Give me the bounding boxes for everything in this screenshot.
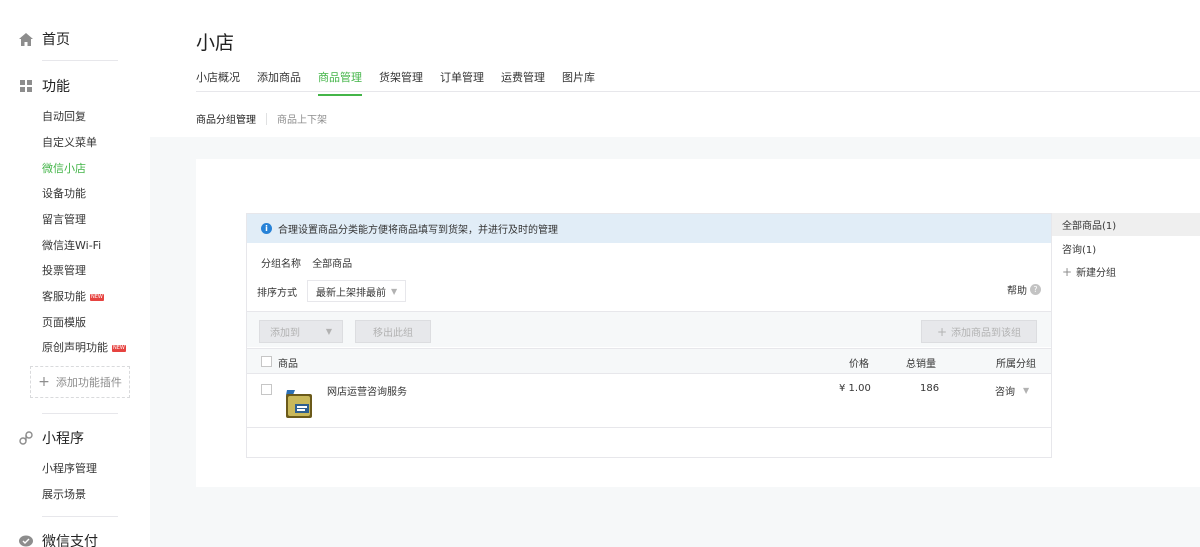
tip-text: 合理设置商品分类能方便将商品填写到货架，并进行及时的管理 bbox=[278, 225, 558, 236]
plus-icon: + bbox=[1062, 264, 1073, 279]
sort-select[interactable]: 最新上架排最前 ▼ bbox=[307, 280, 407, 302]
product-group-value: 咨询 bbox=[995, 387, 1015, 398]
sidebar-divider bbox=[42, 60, 118, 61]
column-product: 商品 bbox=[278, 359, 298, 370]
product-thumbnail bbox=[281, 387, 315, 421]
sidebar-item-auto-reply[interactable]: 自动回复 bbox=[42, 108, 86, 124]
sidebar-miniprogram[interactable]: 小程序 bbox=[18, 428, 84, 448]
group-list: 全部商品(1) 咨询(1) + 新建分组 bbox=[1052, 213, 1200, 458]
content-gap-bottom bbox=[150, 487, 1200, 547]
product-name[interactable]: 网店运营咨询服务 bbox=[327, 383, 407, 398]
sidebar-pay-label: 微信支付 bbox=[42, 534, 98, 547]
sidebar-item-scenes[interactable]: 展示场景 bbox=[42, 486, 86, 502]
sidebar-item-miniprogram-manage[interactable]: 小程序管理 bbox=[42, 460, 97, 476]
add-plugin-label: 添加功能插件 bbox=[55, 376, 122, 389]
new-badge: NEW bbox=[90, 293, 104, 301]
sidebar-features[interactable]: 功能 bbox=[18, 76, 70, 96]
plus-icon: + bbox=[38, 374, 50, 390]
sidebar-miniprogram-label: 小程序 bbox=[42, 431, 84, 447]
main-content: 小店 小店概况 添加商品 商品管理 货架管理 订单管理 运费管理 图片库 商品分… bbox=[150, 0, 1200, 547]
row-checkbox[interactable] bbox=[261, 384, 272, 395]
info-icon: i bbox=[261, 223, 272, 234]
add-to-button[interactable]: 添加到 ▼ bbox=[259, 320, 343, 343]
sort-row: 排序方式 最新上架排最前 ▼ bbox=[257, 280, 407, 302]
table-row: 网店运营咨询服务 ¥ 1.00 186 咨询 ▼ bbox=[247, 375, 1051, 428]
sidebar-item-device[interactable]: 设备功能 bbox=[42, 185, 86, 201]
grid-icon bbox=[18, 78, 34, 94]
table-header: 商品 价格 总销量 所属分组 bbox=[247, 348, 1051, 374]
tip-bar: i 合理设置商品分类能方便将商品填写到货架，并进行及时的管理 bbox=[247, 214, 1051, 243]
sort-label: 排序方式 bbox=[257, 287, 297, 299]
sidebar-item-wifi[interactable]: 微信连Wi-Fi bbox=[42, 237, 101, 253]
help-label: 帮助 bbox=[1007, 286, 1027, 297]
home-icon bbox=[18, 31, 34, 47]
question-icon: ? bbox=[1030, 284, 1041, 295]
sort-value: 最新上架排最前 bbox=[316, 287, 386, 299]
new-group-label: 新建分组 bbox=[1076, 268, 1117, 279]
sidebar-pay[interactable]: 微信支付 bbox=[18, 531, 98, 547]
tabs-divider bbox=[196, 91, 1200, 92]
chevron-down-icon: ▼ bbox=[391, 286, 398, 296]
sidebar-divider bbox=[42, 516, 118, 517]
new-group-button[interactable]: + 新建分组 bbox=[1052, 260, 1200, 283]
sidebar-item-page-template[interactable]: 页面模版 bbox=[42, 314, 86, 330]
new-badge: NEW bbox=[112, 344, 126, 352]
sidebar-item-vote[interactable]: 投票管理 bbox=[42, 262, 86, 278]
sub-tabs: 商品分组管理 商品上下架 bbox=[196, 111, 327, 126]
subtab-listing[interactable]: 商品上下架 bbox=[277, 111, 327, 126]
group-name-row: 分组名称 全部商品 bbox=[261, 255, 352, 270]
subtab-divider bbox=[266, 112, 267, 125]
product-sales: 186 bbox=[920, 383, 940, 394]
sidebar-features-label: 功能 bbox=[42, 79, 70, 95]
remove-from-group-button[interactable]: 移出此组 bbox=[355, 320, 431, 343]
group-item-consult[interactable]: 咨询(1) bbox=[1052, 237, 1200, 260]
sidebar-home[interactable]: 首页 bbox=[18, 29, 70, 49]
plus-icon: + bbox=[936, 324, 948, 339]
group-item-all[interactable]: 全部商品(1) bbox=[1052, 213, 1200, 236]
sidebar-item-comments[interactable]: 留言管理 bbox=[42, 211, 86, 227]
group-name-label: 分组名称 bbox=[261, 259, 301, 270]
column-price: 价格 bbox=[849, 359, 869, 370]
column-sales: 总销量 bbox=[906, 359, 936, 370]
subtab-group-manage[interactable]: 商品分组管理 bbox=[196, 111, 256, 126]
column-group: 所属分组 bbox=[996, 359, 1036, 370]
sidebar: 首页 功能 自动回复 自定义菜单 微信小店 设备功能 留言管理 微信连Wi-Fi… bbox=[0, 0, 150, 547]
sidebar-item-label: 客服功能 bbox=[42, 290, 86, 303]
chevron-down-icon: ▼ bbox=[325, 327, 332, 336]
product-price: ¥ 1.00 bbox=[839, 383, 871, 394]
chevron-down-icon: ▼ bbox=[1023, 386, 1030, 395]
content-gap bbox=[150, 137, 1200, 159]
add-plugin-button[interactable]: + 添加功能插件 bbox=[30, 366, 130, 398]
sidebar-home-label: 首页 bbox=[42, 32, 70, 48]
select-all-checkbox[interactable] bbox=[261, 356, 272, 367]
sidebar-divider bbox=[42, 413, 118, 414]
add-product-label: 添加商品到该组 bbox=[951, 328, 1022, 339]
sidebar-item-customer-service[interactable]: 客服功能 NEW bbox=[42, 288, 104, 304]
sidebar-item-original[interactable]: 原创声明功能 NEW bbox=[42, 339, 126, 355]
product-group-select[interactable]: 咨询 ▼ bbox=[995, 383, 1029, 398]
sidebar-item-custom-menu[interactable]: 自定义菜单 bbox=[42, 134, 97, 150]
add-product-to-group-button[interactable]: + 添加商品到该组 bbox=[921, 320, 1037, 343]
content-gap-left bbox=[150, 137, 196, 547]
miniprogram-icon bbox=[18, 430, 34, 446]
group-name-value: 全部商品 bbox=[312, 259, 353, 270]
product-group-panel: i 合理设置商品分类能方便将商品填写到货架，并进行及时的管理 分组名称 全部商品… bbox=[246, 213, 1052, 458]
help-link[interactable]: 帮助 ? bbox=[1007, 282, 1041, 297]
toolbar: 添加到 ▼ 移出此组 + 添加商品到该组 bbox=[247, 311, 1051, 347]
page-title: 小店 bbox=[196, 32, 235, 54]
add-to-label: 添加到 bbox=[270, 328, 300, 339]
wechat-pay-icon bbox=[18, 533, 34, 547]
sidebar-item-label: 原创声明功能 bbox=[42, 341, 108, 354]
sidebar-item-wechat-store[interactable]: 微信小店 bbox=[42, 160, 86, 176]
